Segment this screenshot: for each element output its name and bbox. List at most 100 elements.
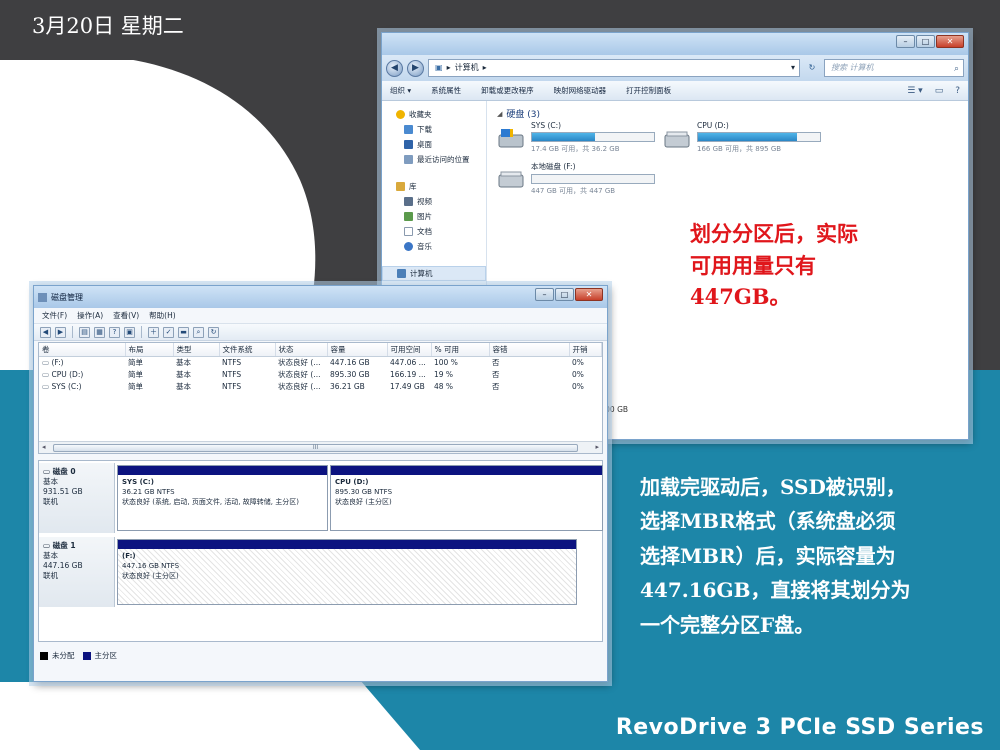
nav-recent-places[interactable]: 最近访问的位置 [382, 152, 486, 167]
menu-action[interactable]: 操作(A) [77, 310, 103, 321]
picture-icon [404, 212, 413, 221]
organize-button[interactable]: 组织 ▾ [390, 85, 411, 96]
disk-row-1[interactable]: ▭ 磁盘 1 基本 447.16 GB 联机 (F:) 447.16 GB NT… [39, 537, 602, 607]
address-bar[interactable]: ▣ ▸ 计算机 ▸ ▾ [428, 59, 800, 77]
minimize-button[interactable]: – [896, 35, 915, 48]
uninstall-program-button[interactable]: 卸载或更改程序 [481, 85, 534, 96]
scrollbar-thumb[interactable]: III [53, 444, 578, 452]
drive-c-info: 17.4 GB 可用，共 36.2 GB [531, 145, 620, 153]
unallocated-swatch [40, 651, 48, 660]
nav-pictures[interactable]: 图片 [382, 209, 486, 224]
new-icon[interactable]: ＋ [148, 326, 159, 338]
search-icon[interactable]: ⌕ [193, 326, 204, 338]
close-button[interactable]: ✕ [936, 35, 964, 48]
breadcrumb-computer[interactable]: 计算机 [455, 60, 479, 76]
column-header[interactable]: 容错 [489, 343, 570, 357]
column-header[interactable]: 容量 [327, 343, 388, 357]
legend-unallocated: 未分配 [52, 651, 75, 660]
disk-icon: ▭ [43, 467, 53, 476]
slide-date: 3月20日 星期二 [32, 14, 184, 38]
maximize-button[interactable]: □ [555, 288, 574, 301]
back-button[interactable]: ◀ [386, 59, 403, 77]
nav-desktop[interactable]: 桌面 [382, 137, 486, 152]
check-icon[interactable]: ✓ [163, 326, 174, 338]
partition-c[interactable]: SYS (C:) 36.21 GB NTFS 状态良好 (系统, 启动, 页面文… [117, 465, 328, 531]
forward-button[interactable]: ▶ [407, 59, 424, 77]
menu-file[interactable]: 文件(F) [42, 310, 67, 321]
refresh-icon[interactable]: ↻ [208, 326, 219, 338]
disk-management-window[interactable]: 磁盘管理 – □ ✕ 文件(F) 操作(A) 查看(V) 帮助(H) ◀ ▶ ▤… [33, 285, 608, 682]
open-control-panel-button[interactable]: 打开控制面板 [626, 85, 671, 96]
nav-computer[interactable]: 计算机 [382, 266, 486, 281]
system-properties-button[interactable]: 系统属性 [431, 85, 461, 96]
column-header[interactable]: 状态 [275, 343, 328, 357]
help-icon[interactable]: ? [109, 326, 120, 338]
collapse-triangle-icon[interactable]: ◢ [497, 110, 502, 118]
nav-favorites[interactable]: 收藏夹 [382, 107, 486, 122]
disk-management-icon [38, 292, 47, 302]
disk-type: 基本 [43, 551, 58, 561]
table-row[interactable]: ▭ CPU (D:) 简单 基本 NTFS 状态良好 (... 895.30 GB 166.… [39, 369, 602, 381]
drives-group-header[interactable]: ◢ 硬盘 (3) [497, 107, 958, 121]
nav-documents[interactable]: 文档 [382, 224, 486, 239]
table-row[interactable]: ▭ SYS (C:) 简单 基本 NTFS 状态良好 (... 36.21 GB 17.49… [39, 381, 602, 393]
drive-d[interactable]: CPU (D:) 166 GB 可用，共 895 GB [663, 121, 821, 154]
drive-f[interactable]: 本地磁盘 (F:) 447 GB 可用，共 447 GB [497, 161, 655, 196]
partition-size: 895.30 GB NTFS [335, 488, 393, 497]
folder-icon[interactable]: ▬ [178, 326, 189, 338]
address-dropdown-icon[interactable]: ▾ [791, 60, 799, 76]
breadcrumb-chevron-icon: ▸ [446, 63, 451, 72]
hard-drive-icon [664, 131, 690, 148]
show-pane-icon[interactable]: ▣ [124, 326, 135, 338]
menu-help[interactable]: 帮助(H) [149, 310, 176, 321]
partition-f[interactable]: (F:) 447.16 GB NTFS 状态良好 (主分区) [117, 539, 577, 605]
minimize-button[interactable]: – [535, 288, 554, 301]
drive-c[interactable]: SYS (C:) 17.4 GB 可用，共 36.2 GB [497, 121, 655, 154]
scroll-right-icon[interactable]: ▸ [595, 443, 599, 451]
close-button[interactable]: ✕ [575, 288, 603, 301]
disk-label[interactable]: ▭ 磁盘 1 基本 447.16 GB 联机 [39, 537, 115, 607]
console-tree-icon[interactable]: ▤ [79, 326, 90, 338]
column-header[interactable]: 可用空间 [387, 343, 432, 357]
explorer-titlebar[interactable]: – □ ✕ [382, 33, 968, 55]
drive-c-usage-bar [531, 132, 655, 142]
column-header[interactable]: 类型 [173, 343, 220, 357]
table-cell: 基本 [176, 370, 191, 379]
disk-label[interactable]: ▭ 磁盘 0 基本 931.51 GB 联机 [39, 463, 115, 533]
disk-row-0[interactable]: ▭ 磁盘 0 基本 931.51 GB 联机 SYS (C:) 36.21 GB… [39, 463, 603, 533]
search-input[interactable]: 搜索 计算机 ⌕ [824, 59, 964, 77]
help-icon[interactable]: ? [955, 86, 960, 96]
nav-videos[interactable]: 视频 [382, 194, 486, 209]
column-header[interactable]: 布局 [125, 343, 174, 357]
partition-d[interactable]: CPU (D:) 895.30 GB NTFS 状态良好 (主分区) [330, 465, 603, 531]
maximize-button[interactable]: □ [916, 35, 935, 48]
table-cell: 简单 [128, 370, 143, 379]
annotation-red-line: 447GB。 [690, 284, 791, 309]
back-arrow-icon[interactable]: ◀ [40, 326, 51, 338]
disk-management-titlebar[interactable]: 磁盘管理 – □ ✕ [34, 286, 607, 308]
disk-size: 931.51 GB [43, 487, 83, 497]
column-header[interactable]: 开销 [569, 343, 602, 357]
properties-icon[interactable]: ▦ [94, 326, 105, 338]
horizontal-scrollbar[interactable]: ◂ III ▸ [39, 441, 602, 453]
forward-arrow-icon[interactable]: ▶ [55, 326, 66, 338]
view-options-icon[interactable]: ☰ ▾ [907, 86, 922, 96]
table-row[interactable]: ▭ (F:) 简单 基本 NTFS 状态良好 (... 447.16 GB 447.06 .… [39, 357, 602, 369]
refresh-icon[interactable]: ↻ [804, 59, 820, 77]
map-network-drive-button[interactable]: 映射网络驱动器 [554, 85, 607, 96]
column-header[interactable]: 文件系统 [219, 343, 276, 357]
column-header[interactable]: 卷 [39, 343, 126, 357]
window-title: 磁盘管理 [51, 292, 83, 302]
partition-status: 状态良好 (主分区) [335, 498, 392, 507]
nav-libraries[interactable]: 库 [382, 179, 486, 194]
nav-music[interactable]: 音乐 [382, 239, 486, 254]
disk-caption-buttons: – □ ✕ [535, 288, 603, 301]
preview-pane-icon[interactable]: ▭ [935, 86, 944, 96]
search-icon[interactable]: ⌕ [954, 61, 959, 77]
scroll-left-icon[interactable]: ◂ [42, 443, 46, 451]
table-cell: 17.49 GB [390, 382, 425, 391]
partition-name: SYS (C:) [122, 478, 154, 486]
nav-downloads[interactable]: 下载 [382, 122, 486, 137]
column-header[interactable]: % 可用 [431, 343, 490, 357]
menu-view[interactable]: 查看(V) [113, 310, 139, 321]
